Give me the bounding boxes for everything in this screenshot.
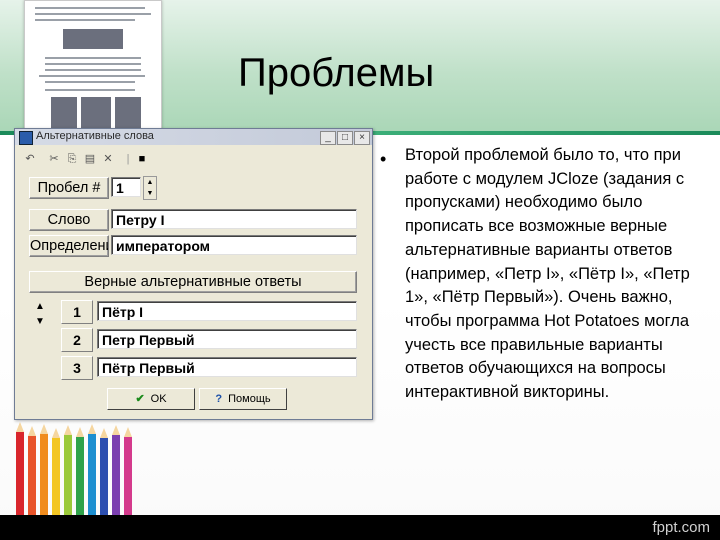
word-input[interactable]: Петру I (111, 209, 357, 229)
maximize-button[interactable]: □ (337, 131, 353, 145)
footer-brand: fppt.com (652, 519, 710, 536)
paste-icon[interactable]: ▤ (83, 152, 97, 166)
alternatives-header: Верные альтернативные ответы (29, 271, 357, 293)
alternative-number: 3 (61, 356, 93, 380)
word-label: Слово (29, 209, 109, 231)
alternative-input-2[interactable]: Петр Первый (97, 329, 357, 349)
app-icon (19, 131, 33, 145)
check-icon: ✔ (135, 393, 145, 405)
delete-icon[interactable]: ✕ (101, 152, 115, 166)
definition-input[interactable]: императором (111, 235, 357, 255)
alternative-input-3[interactable]: Пётр Первый (97, 357, 357, 377)
slide-footer-bar (0, 515, 720, 540)
help-label: Помощь (228, 393, 271, 405)
gap-number-spinner[interactable]: ▲ ▼ (143, 176, 157, 200)
dialog-toolbar: ↶ ✂ ⎘ ▤ ✕ | ■ (15, 149, 372, 167)
ok-label: OK (150, 393, 167, 405)
keyboard-icon[interactable]: ■ (135, 152, 149, 166)
alternatives-dialog: Альтернативные слова _ □ × ↶ ✂ ⎘ ▤ ✕ | ■… (14, 128, 373, 420)
gap-number-label: Пробел # (29, 177, 109, 199)
colored-pencils-image (16, 422, 132, 522)
definition-label: Определени (29, 235, 109, 257)
alternative-input-1[interactable]: Пётр I (97, 301, 357, 321)
cut-icon[interactable]: ✂ (47, 152, 61, 166)
move-down-icon[interactable]: ▼ (29, 316, 51, 328)
close-button[interactable]: × (354, 131, 370, 145)
help-button[interactable]: ? Помощь (199, 388, 287, 410)
alternative-number: 2 (61, 328, 93, 352)
gap-number-input[interactable]: 1 (111, 177, 141, 197)
dialog-title: Альтернативные слова (36, 130, 154, 142)
bullet-text: Второй проблемой было то, что при работе… (405, 146, 690, 402)
move-up-icon[interactable]: ▲ (29, 301, 51, 313)
slide-title: Проблемы (238, 51, 435, 95)
spin-up-icon[interactable]: ▲ (144, 177, 156, 188)
bullet-symbol: • (380, 149, 387, 169)
minimize-button[interactable]: _ (320, 131, 336, 145)
spin-down-icon[interactable]: ▼ (144, 188, 156, 199)
ok-button[interactable]: ✔ OK (107, 388, 195, 410)
toolbar-separator: | (126, 153, 130, 165)
undo-icon[interactable]: ↶ (23, 152, 37, 166)
copy-icon[interactable]: ⎘ (65, 152, 79, 166)
dialog-titlebar: Альтернативные слова _ □ × (15, 129, 372, 145)
alternative-number: 1 (61, 300, 93, 324)
question-icon: ? (215, 393, 223, 405)
